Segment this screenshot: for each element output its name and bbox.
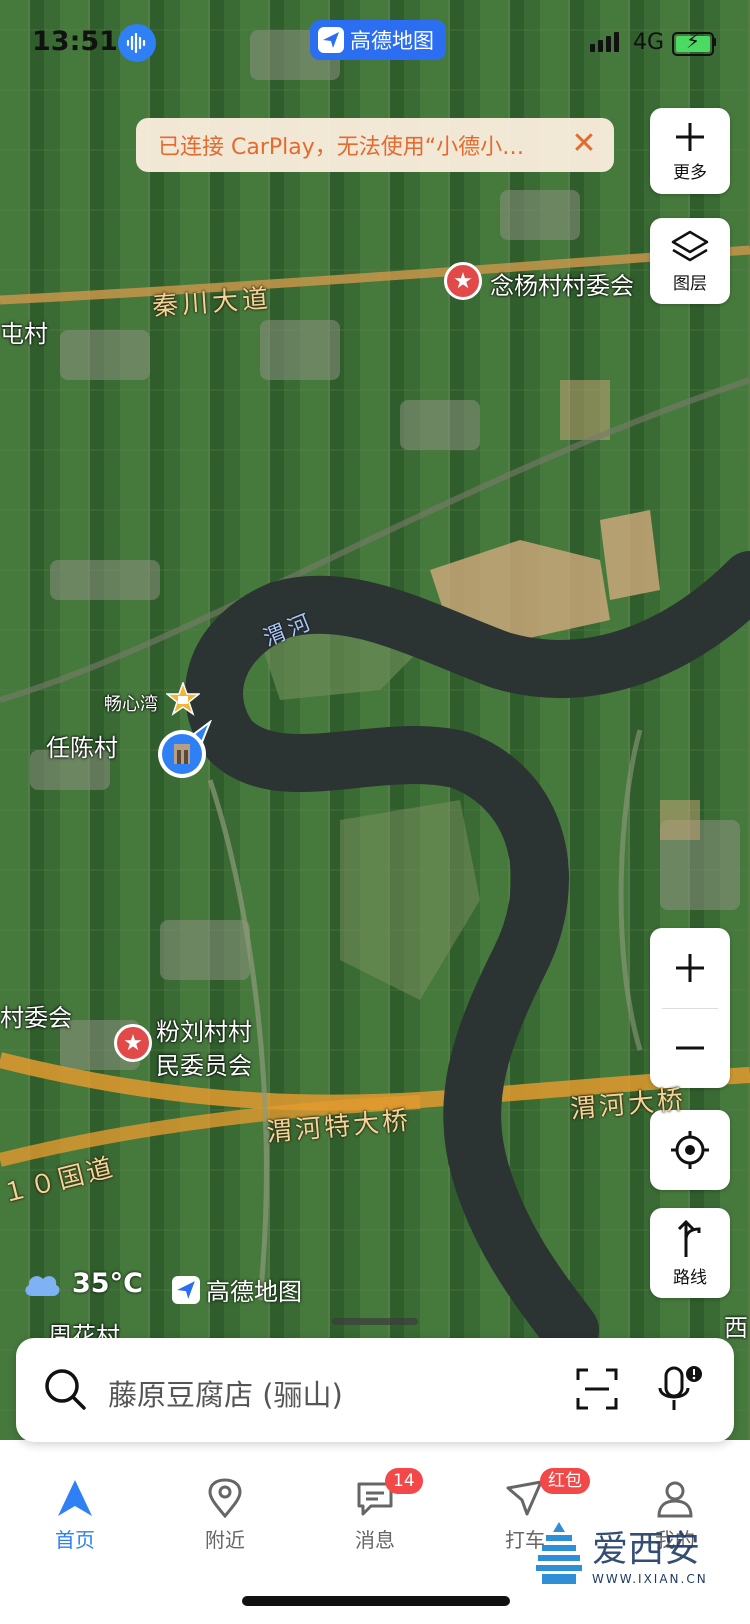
tab-nearby[interactable]: 附近 (165, 1478, 285, 1553)
scenic-star-icon[interactable] (164, 680, 202, 716)
cloud-icon (25, 1275, 60, 1296)
site-watermark: 爱西安 WWW.IXIAN.CN (534, 1520, 708, 1586)
carplay-banner[interactable]: 已连接 CarPlay，无法使用“小德小… ✕ (136, 118, 614, 172)
search-input[interactable]: 藤原豆腐店 (骊山) (108, 1372, 343, 1414)
profile-icon (657, 1481, 693, 1518)
network-type: 4G (633, 30, 665, 55)
taxi-icon (506, 1480, 543, 1516)
tab-nearby-label: 附近 (205, 1528, 245, 1552)
tab-home-label: 首页 (55, 1528, 95, 1552)
taxi-badge: 红包 (540, 1468, 590, 1494)
zoom-control (650, 928, 730, 1088)
plus-icon (676, 122, 704, 151)
amap-watermark: 高德地图 (172, 1272, 302, 1307)
zoom-out-button[interactable] (650, 1008, 730, 1088)
locate-button[interactable] (650, 1110, 730, 1190)
tab-home[interactable]: 首页 (15, 1478, 135, 1553)
route-button[interactable]: 路线 (650, 1208, 730, 1298)
weather-temperature: 35°C (72, 1268, 143, 1299)
more-label: 更多 (673, 162, 707, 183)
poi-label-fenliu-line1[interactable]: 粉刘村村 (156, 1012, 252, 1047)
watermark-brand-url: WWW.IXIAN.CN (592, 1572, 708, 1586)
layers-button[interactable]: 图层 (650, 218, 730, 304)
home-arrow-icon (58, 1480, 92, 1516)
plus-icon (676, 954, 704, 982)
search-bar[interactable]: 藤原豆腐店 (骊山) (16, 1338, 734, 1442)
amap-logo-icon (318, 27, 344, 53)
village-label-left[interactable]: 屯村 (0, 314, 48, 349)
route-label: 路线 (673, 1267, 707, 1288)
village-label-west-partial[interactable]: 西 (724, 1308, 748, 1343)
layers-icon (671, 230, 709, 261)
cellular-signal-icon (590, 32, 619, 52)
poi-label-nianyang[interactable]: 念杨村村委会 (490, 266, 634, 301)
committee-poi-icon-fenliu[interactable]: ★ (114, 1024, 152, 1062)
close-icon[interactable]: ✕ (568, 129, 600, 161)
scan-icon[interactable] (576, 1368, 618, 1410)
poi-label-fenliu-line2[interactable]: 民委员会 (156, 1046, 252, 1081)
voice-assistant-icon[interactable] (118, 24, 156, 62)
location-pin-icon (208, 1478, 242, 1518)
committee-poi-icon[interactable]: ★ (444, 262, 482, 300)
banner-text: 已连接 CarPlay，无法使用“小德小… (158, 135, 525, 160)
minus-icon (676, 1046, 704, 1050)
sheet-handle[interactable] (332, 1318, 418, 1325)
messages-badge: 14 (385, 1468, 423, 1494)
tower-logo-icon (536, 1522, 582, 1584)
status-time: 13:51 (32, 26, 118, 57)
search-icon (45, 1369, 86, 1410)
village-label-committee-left[interactable]: 村委会 (0, 998, 72, 1033)
app-pill-label: 高德地图 (350, 29, 434, 53)
battery-tip (713, 38, 716, 46)
layers-label: 图层 (673, 273, 707, 294)
route-turn-icon (677, 1219, 701, 1257)
battery-charging-icon: ⚡ (672, 31, 714, 56)
weather-widget[interactable]: 35°C (22, 1268, 143, 1299)
tab-messages-label: 消息 (355, 1528, 395, 1552)
crosshair-icon (671, 1131, 709, 1169)
amap-watermark-text: 高德地图 (206, 1278, 302, 1306)
scenic-label[interactable]: 畅心湾 (104, 690, 158, 716)
more-button[interactable]: 更多 (650, 108, 730, 194)
current-location-icon[interactable] (154, 719, 214, 782)
watermark-brand-name: 爱西安 (592, 1529, 701, 1570)
home-indicator[interactable] (242, 1596, 510, 1606)
amap-logo-icon (172, 1275, 200, 1304)
zoom-in-button[interactable] (650, 928, 730, 1008)
village-label-renchen[interactable]: 任陈村 (46, 728, 118, 763)
microphone-icon[interactable] (656, 1364, 704, 1414)
app-return-pill[interactable]: 高德地图 (310, 20, 446, 60)
